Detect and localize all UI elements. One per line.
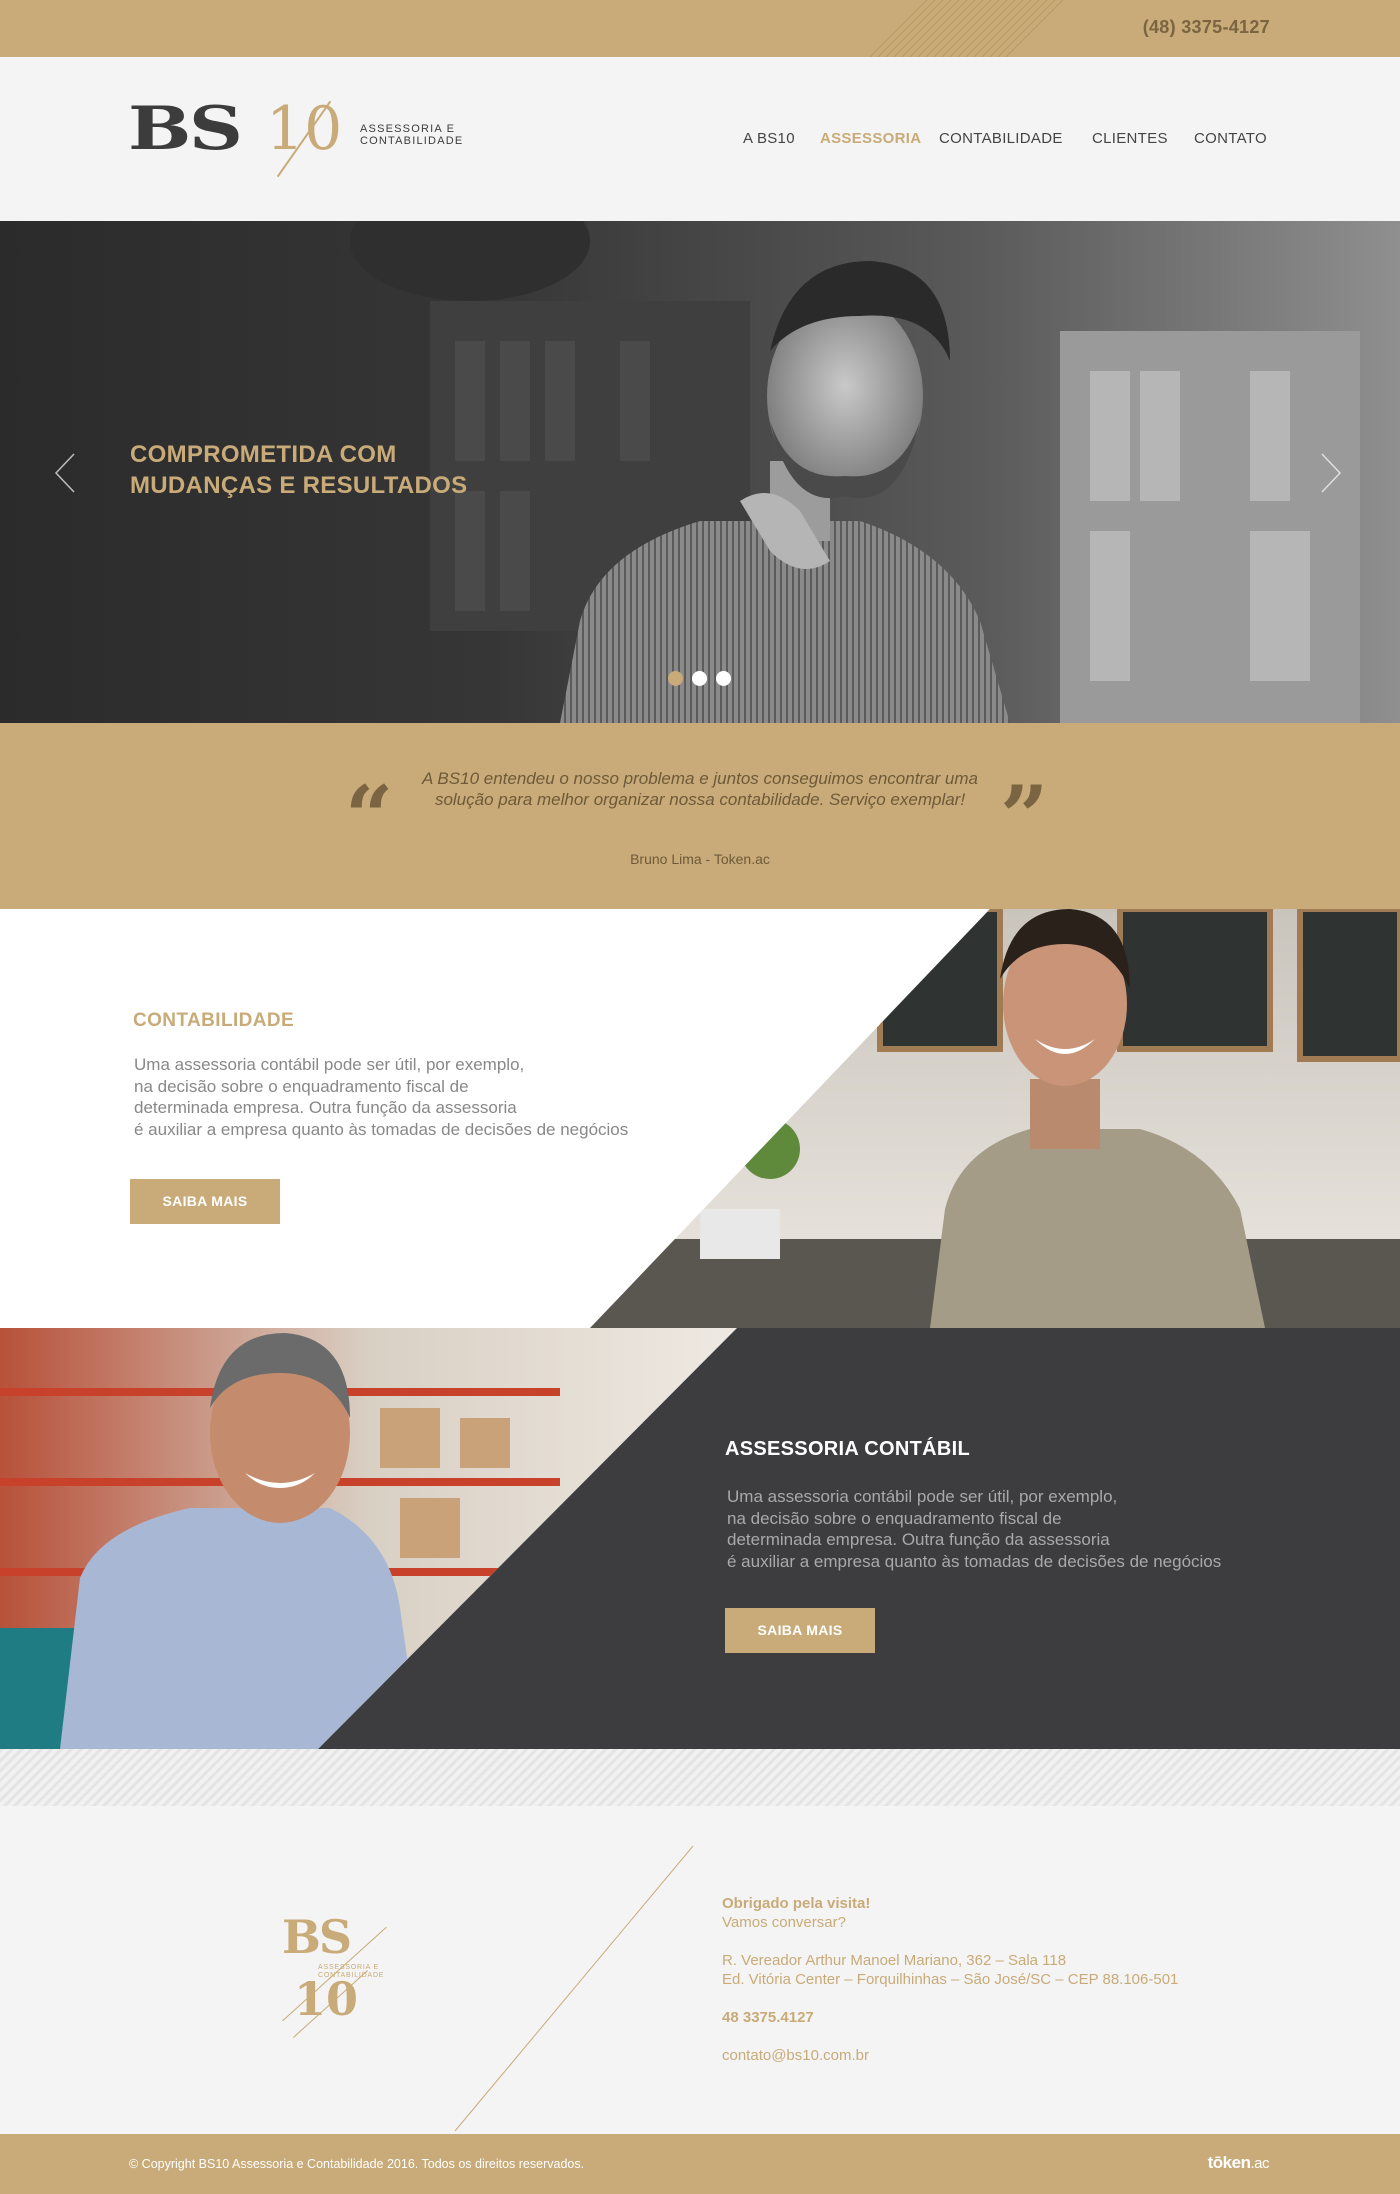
- address-line-1: R. Vereador Arthur Manoel Mariano, 362 –…: [722, 1952, 1067, 1969]
- footer-email-link[interactable]: contato@bs10.com.br: [722, 2046, 1322, 2065]
- slider-dot-1[interactable]: [668, 671, 683, 686]
- decorative-stripe-band: [0, 1749, 1400, 1806]
- bs10-logo[interactable]: BS 10 ASSESSORIA E CONTABILIDADE: [128, 94, 462, 178]
- nav-item-contato[interactable]: CONTATO: [1194, 130, 1267, 147]
- logo-tagline-2: CONTABILIDADE: [360, 135, 464, 147]
- top-bar: (48) 3375-4127: [0, 0, 1400, 57]
- copyright-text: © Copyright BS10 Assessoria e Contabilid…: [129, 2157, 585, 2171]
- hero-title: COMPROMETIDA COM MUDANÇAS E RESULTADOS: [130, 439, 467, 501]
- assessoria-section: ASSESSORIA CONTÁBIL Uma assessoria contá…: [0, 1328, 1400, 1749]
- nav-item-a-bs10[interactable]: A BS10: [743, 130, 795, 147]
- hero-slider: COMPROMETIDA COM MUDANÇAS E RESULTADOS: [0, 221, 1400, 723]
- footer-logo-tagline-1: ASSESSORIA E: [318, 1964, 379, 1971]
- chevron-right-icon: [1321, 453, 1342, 493]
- site-header: BS 10 ASSESSORIA E CONTABILIDADE A BS10 …: [0, 57, 1400, 221]
- decorative-stripes: [870, 0, 1064, 57]
- nav-item-assessoria[interactable]: ASSESSORIA: [820, 130, 921, 147]
- open-quote-icon: “: [345, 767, 394, 866]
- contabilidade-section: CONTABILIDADE Uma assessoria contábil po…: [0, 909, 1400, 1328]
- hero-title-line-1: COMPROMETIDA COM: [130, 441, 397, 468]
- logo-bs-text: BS: [128, 94, 243, 164]
- main-nav: A BS10 ASSESSORIA CONTABILIDADE CLIENTES…: [700, 130, 1400, 160]
- contabilidade-saiba-mais-button[interactable]: SAIBA MAIS: [130, 1179, 280, 1224]
- top-phone-number[interactable]: (48) 3375-4127: [1143, 17, 1270, 38]
- footer-contact: BS ASSESSORIA E CONTABILIDADE 10 Obrigad…: [0, 1806, 1400, 2134]
- bottom-bar: © Copyright BS10 Assessoria e Contabilid…: [0, 2134, 1400, 2194]
- contact-info: Obrigado pela visita! Vamos conversar? R…: [722, 1894, 1322, 2065]
- close-quote-icon: ”: [1000, 767, 1049, 866]
- chevron-left-icon: [54, 453, 75, 493]
- contabilidade-title: CONTABILIDADE: [133, 1010, 295, 1031]
- testimonial-quote: A BS10 entendeu o nosso problema e junto…: [422, 769, 978, 809]
- token-credit-link[interactable]: tōken.ac: [1207, 2153, 1270, 2173]
- logo-ten-text: 10: [266, 94, 343, 164]
- slider-dot-2[interactable]: [692, 671, 707, 686]
- assessoria-text: Uma assessoria contábil pode ser útil, p…: [727, 1487, 1222, 1571]
- footer-logo: BS ASSESSORIA E CONTABILIDADE 10: [272, 1910, 402, 2038]
- footer-phone[interactable]: 48 3375.4127: [722, 2008, 1322, 2027]
- nav-item-contabilidade[interactable]: CONTABILIDADE: [939, 130, 1063, 147]
- slider-next-button[interactable]: [1320, 453, 1342, 493]
- thanks-text: Obrigado pela visita!: [722, 1895, 871, 1912]
- address-line-2: Ed. Vitória Center – Forquilhinhas – São…: [722, 1971, 1179, 1988]
- assessoria-saiba-mais-button[interactable]: SAIBA MAIS: [725, 1608, 875, 1653]
- talk-text: Vamos conversar?: [722, 1914, 846, 1931]
- footer-logo-bs: BS: [282, 1910, 352, 1964]
- hero-title-line-2: MUDANÇAS E RESULTADOS: [130, 472, 468, 499]
- assessoria-title: ASSESSORIA CONTÁBIL: [725, 1438, 970, 1460]
- slider-prev-button[interactable]: [54, 453, 76, 493]
- footer-divider-line: [454, 1846, 694, 2131]
- token-credit-bold: tōken: [1207, 2153, 1251, 2172]
- nav-item-clientes[interactable]: CLIENTES: [1092, 130, 1168, 147]
- testimonial-band: “ ” A BS10 entendeu o nosso problema e j…: [0, 723, 1400, 909]
- slider-dot-3[interactable]: [716, 671, 731, 686]
- contabilidade-text: Uma assessoria contábil pode ser útil, p…: [134, 1055, 629, 1139]
- logo-tagline-1: ASSESSORIA E: [360, 123, 456, 135]
- token-credit-rest: .ac: [1250, 2155, 1269, 2172]
- logo-tagline: ASSESSORIA E CONTABILIDADE: [360, 123, 463, 147]
- footer-logo-ten: 10: [294, 1972, 359, 2026]
- testimonial-author: Bruno Lima - Token.ac: [630, 851, 770, 867]
